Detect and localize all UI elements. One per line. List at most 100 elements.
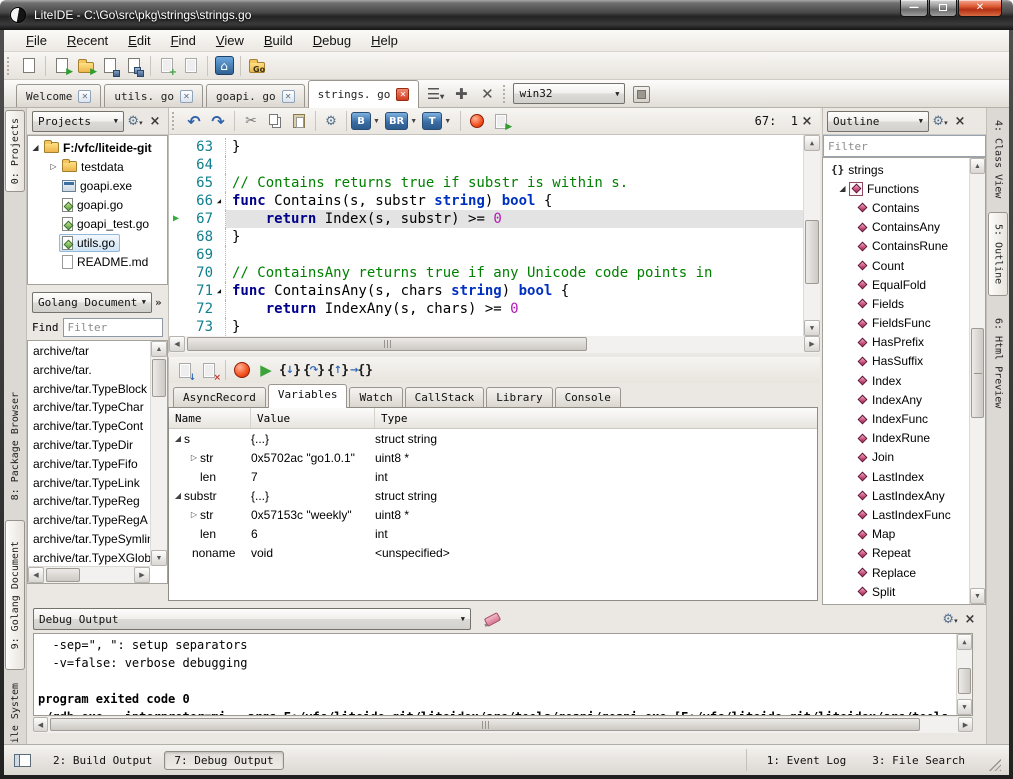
scrollbar-thumb[interactable] <box>152 359 166 397</box>
debug-tab[interactable]: Variables <box>268 384 348 408</box>
tab-list-icon[interactable]: ☰▾ <box>422 85 448 103</box>
tab-close-icon[interactable]: ✕ <box>180 90 193 103</box>
variable-row[interactable]: noname void <unspecified> <box>169 543 817 562</box>
new-tab-icon[interactable]: ✚ <box>448 85 474 103</box>
godoc-list-item[interactable]: archive/tar.TypeSymlink <box>28 530 150 549</box>
scroll-left-icon[interactable]: ◀ <box>28 567 44 583</box>
dock-tab[interactable]: 5: Outline <box>988 212 1008 296</box>
scroll-up-icon[interactable]: ▲ <box>151 341 167 357</box>
outline-function-item[interactable]: EqualFold <box>823 275 969 294</box>
open-folder-icon[interactable]: ▶ <box>74 55 98 77</box>
debug-output-combo[interactable]: Debug Output▼ <box>33 608 471 630</box>
tree-item[interactable]: ◢ F:/vfc/liteide-git <box>28 138 167 157</box>
tree-expander-icon[interactable]: ◢ <box>30 143 41 152</box>
debug-output-button[interactable]: 7: Debug Output <box>164 751 283 770</box>
scroll-up-icon[interactable]: ▲ <box>957 634 972 650</box>
redo-icon[interactable]: ↷ <box>206 110 230 132</box>
fold-marker-icon[interactable] <box>213 228 226 246</box>
resize-grip[interactable] <box>989 759 1001 771</box>
dock-tab[interactable]: 4: Class View <box>988 110 1008 208</box>
tab-close-icon[interactable]: ✕ <box>282 90 295 103</box>
dock-tab[interactable]: 8: Package Browser <box>5 375 25 517</box>
scrollbar-thumb[interactable] <box>805 220 819 284</box>
output-scrollbar[interactable]: ▲ ▼ <box>956 634 972 715</box>
build-button[interactable]: B <box>351 112 371 130</box>
variable-row[interactable]: ▷ str 0x5702ac "go1.0.1" uint8 * <box>169 448 817 467</box>
step-over-icon[interactable]: {↷} <box>302 359 326 381</box>
variable-row[interactable]: ◢ s {...} struct string <box>169 429 817 448</box>
open-file-icon[interactable]: ▶ <box>50 55 74 77</box>
menu-item[interactable]: Find <box>161 30 206 51</box>
row-expander-icon[interactable]: ▷ <box>188 510 200 519</box>
menu-item[interactable]: Edit <box>118 30 160 51</box>
tab-close-icon[interactable]: ✕ <box>78 90 91 103</box>
outline-function-item[interactable]: ContainsRune <box>823 237 969 256</box>
breakpoint-icon[interactable] <box>465 110 489 132</box>
close-editor-icon[interactable]: × <box>798 114 816 129</box>
new-file-icon[interactable] <box>17 55 41 77</box>
code-text[interactable]: func Contains(s, substr string) bool { <box>226 192 803 210</box>
scroll-left-icon[interactable]: ◀ <box>169 336 185 352</box>
tree-item[interactable]: goapi_test.go <box>28 214 167 233</box>
undo-icon[interactable]: ↶ <box>182 110 206 132</box>
title-bar[interactable]: LiteIDE - C:\Go\src\pkg\strings\strings.… <box>0 0 1013 30</box>
debug-tab[interactable]: Console <box>555 387 621 407</box>
code-text[interactable]: } <box>226 138 803 156</box>
build-run-button[interactable]: BR <box>385 112 408 130</box>
scrollbar-horizontal[interactable]: ◀ ▶ <box>28 566 150 583</box>
tree-item[interactable]: ▷ testdata <box>28 157 167 176</box>
outline-function-item[interactable]: Index <box>823 371 969 390</box>
tree-expander-icon[interactable]: ◢ <box>837 184 848 193</box>
show-current-line-icon[interactable]: ↓ <box>173 359 197 381</box>
code-text[interactable]: return IndexAny(s, chars) >= 0 <box>226 300 803 318</box>
menu-item[interactable]: File <box>16 30 57 51</box>
paste-icon[interactable] <box>287 110 311 132</box>
outline-group-item[interactable]: ◢ Functions <box>823 179 969 198</box>
code-text[interactable]: // ContainsAny returns true if any Unico… <box>226 264 803 282</box>
godoc-list-item[interactable]: archive/tar.TypeDir <box>28 436 150 455</box>
menu-item[interactable]: Debug <box>303 30 361 51</box>
godoc-list-item[interactable]: archive/tar. <box>28 361 150 380</box>
close-panel-icon[interactable]: × <box>961 612 979 627</box>
fold-marker-icon[interactable] <box>213 300 226 318</box>
line-number[interactable]: 71 <box>183 282 213 300</box>
dock-layout-icon[interactable] <box>14 754 31 767</box>
outline-scrollbar[interactable]: ▲ ▼ <box>969 158 985 604</box>
scroll-right-icon[interactable]: ▶ <box>804 336 820 352</box>
godoc-list-item[interactable]: archive/tar <box>28 342 150 361</box>
fold-marker-icon[interactable] <box>213 156 226 174</box>
edit-template-icon[interactable] <box>179 55 203 77</box>
outline-combo[interactable]: Outline▼ <box>827 111 929 132</box>
line-number[interactable]: 64 <box>183 156 213 174</box>
godoc-list-item[interactable]: archive/tar.TypeCont <box>28 417 150 436</box>
line-number[interactable]: 73 <box>183 318 213 336</box>
scroll-down-icon[interactable]: ▼ <box>970 588 985 604</box>
document-tab[interactable]: strings. go ✕ <box>308 80 420 108</box>
close-panel-icon[interactable]: × <box>951 114 969 129</box>
tree-item[interactable]: README.md <box>28 252 167 271</box>
scroll-down-icon[interactable]: ▼ <box>151 550 167 566</box>
save-file-icon[interactable] <box>98 55 122 77</box>
tree-item[interactable]: goapi.exe <box>28 176 167 195</box>
document-tab[interactable]: Welcome ✕ <box>16 84 101 107</box>
fold-marker-icon[interactable] <box>213 264 226 282</box>
editor-scrollbar-horizontal[interactable]: ◀ ▶ <box>168 336 820 353</box>
fold-marker-icon[interactable] <box>213 210 226 228</box>
menu-item[interactable]: Help <box>361 30 408 51</box>
godoc-list-item[interactable]: archive/tar.TypeReg <box>28 492 150 511</box>
fold-marker-icon[interactable] <box>213 246 226 264</box>
cut-icon[interactable]: ✂ <box>239 110 263 132</box>
tree-item[interactable]: goapi.go <box>28 195 167 214</box>
outline-function-item[interactable]: Fields <box>823 294 969 313</box>
scrollbar-thumb[interactable] <box>50 718 920 731</box>
variable-row[interactable]: len 7 int <box>169 467 817 486</box>
stop-debug-icon[interactable] <box>230 359 254 381</box>
outline-filter-input[interactable] <box>823 135 986 157</box>
editor-settings-gear-icon[interactable]: ⚙ <box>320 110 342 132</box>
code-text[interactable] <box>226 156 803 174</box>
line-number[interactable]: 72 <box>183 300 213 318</box>
build-output-button[interactable]: 2: Build Output <box>45 751 160 770</box>
debug-tab[interactable]: AsyncRecord <box>173 387 266 407</box>
maximize-button[interactable] <box>929 0 957 17</box>
close-panel-icon[interactable]: × <box>146 114 164 129</box>
